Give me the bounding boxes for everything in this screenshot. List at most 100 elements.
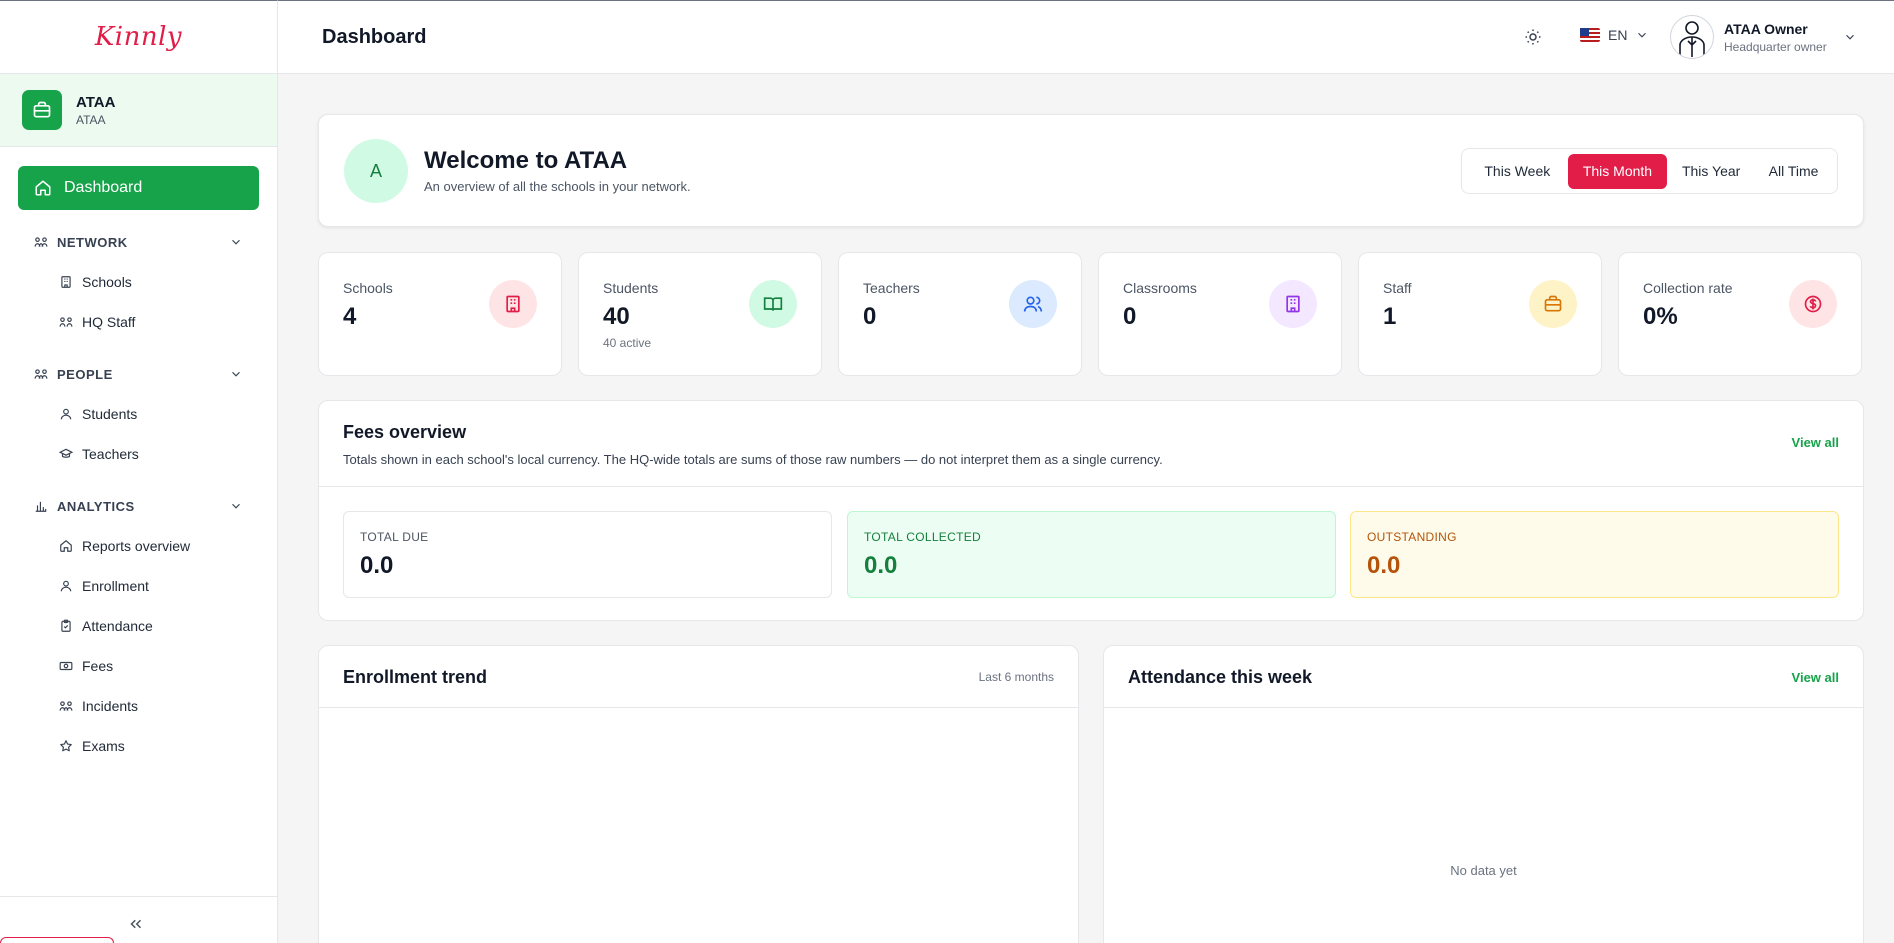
sidebar-item-label: Fees <box>82 658 114 674</box>
sidebar-item-teachers[interactable]: Teachers <box>18 434 259 474</box>
section-title: ANALYTICS <box>57 498 135 514</box>
sidebar-item-label: Enrollment <box>82 578 149 594</box>
period-all-time[interactable]: All Time <box>1755 154 1832 189</box>
stat-card-schools[interactable]: Schools 4 <box>318 252 562 376</box>
building-icon <box>59 275 73 289</box>
graduation-cap-icon <box>59 447 73 461</box>
welcome-card: A Welcome to ATAA An overview of all the… <box>318 114 1864 227</box>
sidebar-nav: Dashboard NETWORK Schools HQ Staff PEOPL… <box>0 147 277 766</box>
sidebar-item-fees[interactable]: Fees <box>18 646 259 686</box>
sidebar-item-dashboard[interactable]: Dashboard <box>18 166 259 210</box>
chevron-down-icon <box>229 367 243 381</box>
bar-chart-icon <box>34 499 48 513</box>
sidebar-item-students[interactable]: Students <box>18 394 259 434</box>
fees-note: Totals shown in each school's local curr… <box>343 452 1163 467</box>
stat-value: 0 <box>863 303 877 330</box>
section-people[interactable]: PEOPLE <box>18 354 259 394</box>
building-icon <box>1269 280 1317 328</box>
divider <box>1104 707 1863 708</box>
people-icon <box>34 367 48 381</box>
stat-card-students[interactable]: Students 40 40 active <box>578 252 822 376</box>
sidebar-item-label: Exams <box>82 738 125 754</box>
section-analytics[interactable]: ANALYTICS <box>18 486 259 526</box>
divider <box>319 707 1078 708</box>
period-this-year[interactable]: This Year <box>1667 154 1755 189</box>
home-icon <box>59 539 73 553</box>
sidebar-item-label: Teachers <box>82 446 139 462</box>
welcome-subtitle: An overview of all the schools in your n… <box>424 179 691 194</box>
sidebar-item-hq-staff[interactable]: HQ Staff <box>18 302 259 342</box>
brand-logo[interactable]: Kinnly <box>0 1 277 74</box>
collapse-sidebar-button[interactable] <box>127 915 145 933</box>
language-selector[interactable]: EN <box>1580 27 1649 43</box>
period-selector: This Week This Month This Year All Time <box>1461 148 1838 194</box>
stat-value: 40 <box>603 303 630 330</box>
section-title: PEOPLE <box>57 366 113 382</box>
home-icon <box>34 179 64 197</box>
sidebar-item-label: Reports overview <box>82 538 191 554</box>
chevron-down-icon <box>229 499 243 513</box>
top-header: Dashboard EN ATAA Owner Headquarter owne… <box>278 0 1894 74</box>
stat-card-collection-rate[interactable]: Collection rate 0% <box>1618 252 1862 376</box>
user-icon <box>59 407 73 421</box>
sidebar-item-incidents[interactable]: Incidents <box>18 686 259 726</box>
attendance-view-all-link[interactable]: View all <box>1792 670 1839 685</box>
empty-state: No data yet <box>1450 863 1517 878</box>
fees-overview-card: Fees overview Totals shown in each schoo… <box>318 400 1864 621</box>
sidebar-footer <box>0 896 277 943</box>
stat-card-teachers[interactable]: Teachers 0 <box>838 252 1082 376</box>
fees-view-all-link[interactable]: View all <box>1792 435 1839 450</box>
section-network[interactable]: NETWORK <box>18 222 259 262</box>
avatar <box>1670 15 1714 59</box>
divider <box>319 486 1863 487</box>
fee-total-due: TOTAL DUE 0.0 <box>343 511 832 598</box>
banknote-icon <box>59 659 73 673</box>
fee-value: 0.0 <box>1367 552 1401 579</box>
period-this-month[interactable]: This Month <box>1567 153 1668 189</box>
fee-outstanding: OUTSTANDING 0.0 <box>1350 511 1839 598</box>
stat-sub: 40 active <box>603 336 652 350</box>
sidebar-item-enrollment[interactable]: Enrollment <box>18 566 259 606</box>
clipboard-icon <box>59 619 73 633</box>
footer-button[interactable] <box>0 937 114 943</box>
stat-value: 4 <box>343 303 357 330</box>
sidebar-item-reports-overview[interactable]: Reports overview <box>18 526 259 566</box>
stat-value: 1 <box>1383 303 1397 330</box>
attendance-week-card: Attendance this week View all No data ye… <box>1103 645 1864 943</box>
building-icon <box>489 280 537 328</box>
stat-label: Students <box>603 280 659 296</box>
book-open-icon <box>749 280 797 328</box>
user-menu[interactable]: ATAA Owner Headquarter owner <box>1670 15 1857 59</box>
panel-title: Attendance this week <box>1128 667 1313 687</box>
sidebar-item-attendance[interactable]: Attendance <box>18 606 259 646</box>
panel-meta: Last 6 months <box>978 670 1054 684</box>
org-name: ATAA <box>76 93 116 111</box>
org-subtitle: ATAA <box>76 112 106 127</box>
stat-label: Teachers <box>863 280 920 296</box>
stat-label: Schools <box>343 280 393 296</box>
sidebar-item-label: Incidents <box>82 698 139 714</box>
dollar-circle-icon <box>1789 280 1837 328</box>
period-this-week[interactable]: This Week <box>1467 154 1568 189</box>
sidebar-item-exams[interactable]: Exams <box>18 726 259 766</box>
user-name: ATAA Owner <box>1724 20 1808 37</box>
stat-label: Classrooms <box>1123 280 1197 296</box>
users-icon <box>1009 280 1057 328</box>
chevrons-left-icon <box>127 915 145 933</box>
stat-card-classrooms[interactable]: Classrooms 0 <box>1098 252 1342 376</box>
chevron-down-icon <box>229 235 243 249</box>
fee-value: 0.0 <box>360 552 394 579</box>
fee-label: OUTSTANDING <box>1367 530 1457 544</box>
briefcase-icon <box>22 90 62 130</box>
theme-toggle-button[interactable] <box>1524 28 1542 46</box>
alert-icon <box>59 699 73 713</box>
org-switcher[interactable]: ATAA ATAA <box>0 74 277 147</box>
logo-text: Kinnly <box>94 22 183 52</box>
stat-card-staff[interactable]: Staff 1 <box>1358 252 1602 376</box>
user-role: Headquarter owner <box>1724 39 1827 54</box>
sidebar-item-label: HQ Staff <box>82 314 136 330</box>
network-icon <box>34 235 48 249</box>
sidebar: Kinnly ATAA ATAA Dashboard NETWORK Schoo… <box>0 0 278 943</box>
sidebar-item-schools[interactable]: Schools <box>18 262 259 302</box>
section-title: NETWORK <box>57 234 128 250</box>
